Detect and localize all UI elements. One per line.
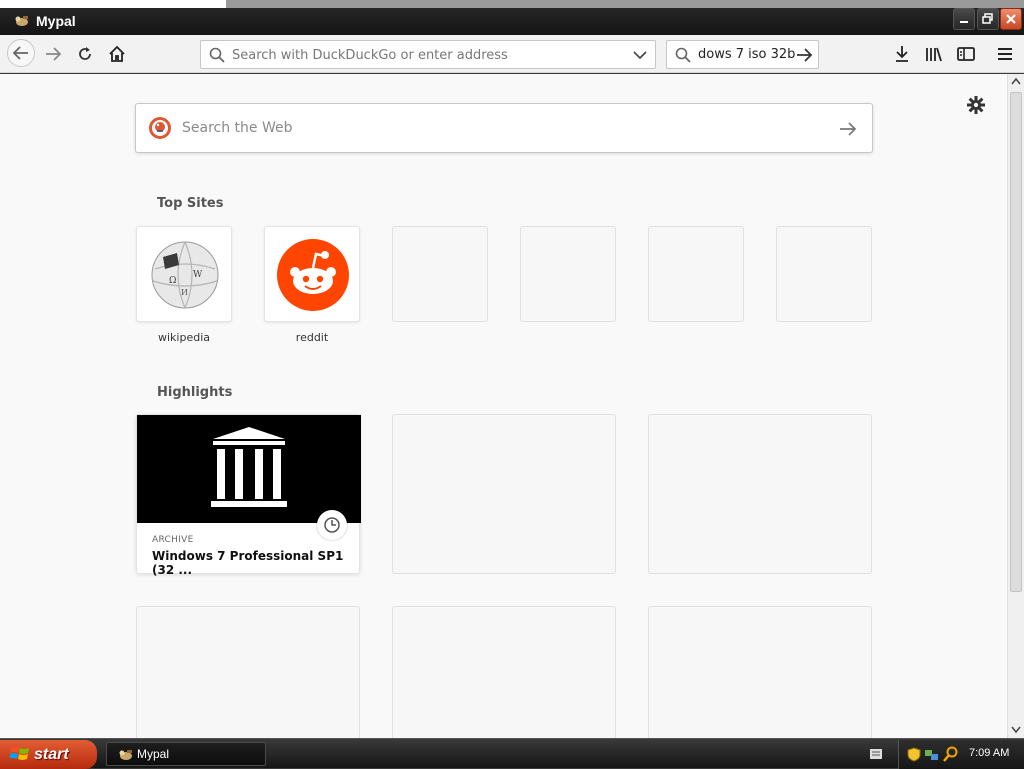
address-input[interactable]	[232, 46, 622, 64]
back-icon	[12, 46, 28, 60]
taskbar-item-mypal[interactable]: Mypal	[106, 742, 266, 766]
navigation-toolbar: dows 7 iso 32bit	[0, 35, 1024, 73]
menu-icon	[998, 48, 1012, 60]
window-title: Mypal	[36, 13, 76, 29]
highlight-title: Windows 7 Professional SP1 (32 ...	[152, 549, 344, 577]
home-button[interactable]	[104, 41, 130, 67]
arrow-right-icon[interactable]	[838, 120, 858, 138]
scroll-down-icon[interactable]	[1011, 726, 1021, 734]
web-search-box[interactable]: Search the Web	[135, 103, 873, 153]
mypal-app-icon	[15, 16, 28, 26]
top-site-reddit[interactable]	[264, 226, 360, 322]
top-site-empty	[648, 226, 744, 322]
minimize-button[interactable]	[953, 8, 975, 30]
reload-icon	[79, 47, 91, 60]
wikipedia-logo-icon: Ω W И	[151, 241, 219, 309]
search-bar[interactable]: dows 7 iso 32bit	[666, 40, 819, 69]
system-tray: 7:09 AM	[898, 740, 1024, 769]
highlight-empty	[392, 606, 616, 738]
security-shield-icon[interactable]	[907, 747, 921, 762]
gear-icon[interactable]	[966, 95, 986, 115]
start-label: start	[34, 745, 69, 763]
duckduckgo-icon	[149, 117, 171, 139]
search-icon	[209, 47, 225, 63]
top-site-label: wikipedia	[157, 331, 210, 344]
highlight-thumbnail	[137, 415, 361, 523]
close-button[interactable]	[1000, 8, 1022, 30]
taskbar: start Mypal 7:09 AM	[0, 738, 1024, 769]
web-search-placeholder: Search the Web	[182, 120, 293, 136]
back-button[interactable]	[7, 39, 35, 67]
library-button[interactable]	[921, 41, 947, 67]
restore-icon	[982, 13, 993, 24]
network-icon[interactable]	[924, 747, 940, 762]
restore-button[interactable]	[977, 8, 999, 30]
downloads-button[interactable]	[889, 41, 915, 67]
forward-icon	[46, 47, 62, 61]
minimize-icon	[960, 21, 968, 23]
scroll-thumb[interactable]	[1010, 92, 1022, 592]
new-tab-page: Search the Web Top Sites Ω W И wikipedia…	[0, 74, 1007, 738]
arrow-right-icon[interactable]	[795, 47, 813, 63]
top-site-label: reddit	[295, 331, 329, 344]
top-site-wikipedia[interactable]: Ω W И	[136, 226, 232, 322]
taskbar-item-label: Mypal	[137, 747, 170, 761]
top-strip	[0, 0, 1024, 8]
search-icon	[675, 47, 691, 63]
menu-button[interactable]	[992, 41, 1018, 67]
sidebar-icon	[957, 47, 975, 61]
title-bar: Mypal	[0, 8, 1024, 35]
tray-clock: 7:09 AM	[969, 747, 1010, 759]
archive-logo-icon	[211, 427, 287, 507]
home-icon	[109, 45, 125, 62]
highlight-empty	[648, 606, 872, 738]
download-icon	[896, 46, 908, 62]
svg-text:И: И	[181, 288, 188, 297]
search-bar-text: dows 7 iso 32bit	[698, 47, 805, 62]
library-icon	[926, 47, 942, 62]
highlight-empty	[648, 414, 872, 574]
reddit-logo-icon	[277, 239, 349, 311]
clock-icon	[324, 517, 340, 533]
reload-button[interactable]	[72, 41, 98, 67]
address-bar[interactable]	[200, 40, 656, 69]
highlight-card[interactable]: ARCHIVE Windows 7 Professional SP1 (32 .…	[136, 414, 361, 577]
top-site-empty	[392, 226, 488, 322]
search-icon[interactable]	[943, 746, 959, 762]
svg-text:W: W	[193, 270, 203, 280]
scroll-up-icon[interactable]	[1011, 77, 1021, 85]
highlight-source: ARCHIVE	[152, 535, 194, 545]
top-site-empty	[520, 226, 616, 322]
windows-logo-icon	[10, 747, 29, 760]
keyboard-icon[interactable]	[870, 749, 882, 759]
vertical-scrollbar[interactable]	[1007, 74, 1024, 738]
highlight-empty	[392, 414, 616, 574]
top-site-empty	[776, 226, 872, 322]
clock-badge	[317, 510, 347, 540]
sidebar-button[interactable]	[953, 41, 979, 67]
dropdown-icon[interactable]	[633, 50, 647, 60]
close-icon	[1006, 14, 1016, 24]
highlights-heading: Highlights	[157, 385, 233, 400]
mypal-app-icon	[119, 750, 132, 760]
top-sites-heading: Top Sites	[157, 196, 224, 211]
forward-button[interactable]	[40, 41, 66, 67]
highlight-empty	[136, 606, 360, 738]
svg-text:Ω: Ω	[169, 276, 176, 286]
start-button[interactable]: start	[0, 740, 97, 769]
